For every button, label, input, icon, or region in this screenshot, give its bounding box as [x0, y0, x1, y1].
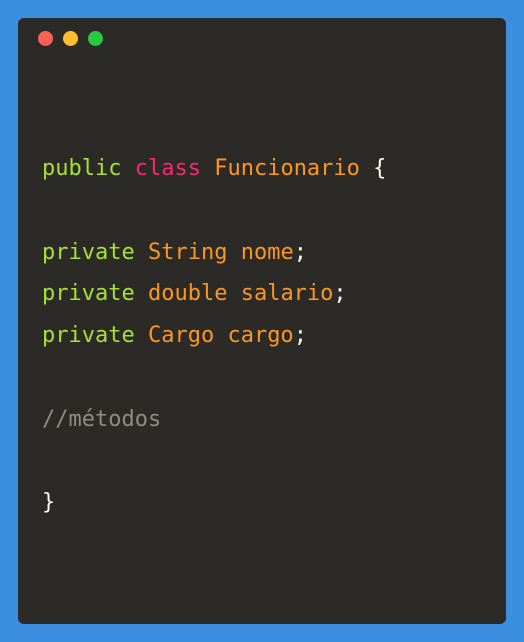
semicolon: ;	[294, 323, 307, 348]
semicolon: ;	[294, 240, 307, 265]
semicolon: ;	[333, 281, 346, 306]
comment-line: //métodos	[42, 407, 161, 432]
maximize-icon[interactable]	[88, 31, 103, 46]
type-string: String	[148, 240, 227, 265]
keyword-private: private	[42, 281, 135, 306]
keyword-class: class	[135, 156, 201, 181]
minimize-icon[interactable]	[63, 31, 78, 46]
type-double: double	[148, 281, 227, 306]
keyword-private: private	[42, 240, 135, 265]
keyword-private: private	[42, 323, 135, 348]
type-cargo: Cargo	[148, 323, 214, 348]
code-editor: public class Funcionario { private Strin…	[18, 58, 506, 544]
field-salario: salario	[241, 281, 334, 306]
keyword-public: public	[42, 156, 121, 181]
open-brace: {	[373, 156, 386, 181]
field-cargo: cargo	[227, 323, 293, 348]
window-titlebar	[18, 18, 506, 58]
close-icon[interactable]	[38, 31, 53, 46]
close-brace: }	[42, 490, 55, 515]
class-name: Funcionario	[214, 156, 360, 181]
field-nome: nome	[241, 240, 294, 265]
code-window: public class Funcionario { private Strin…	[18, 18, 506, 624]
